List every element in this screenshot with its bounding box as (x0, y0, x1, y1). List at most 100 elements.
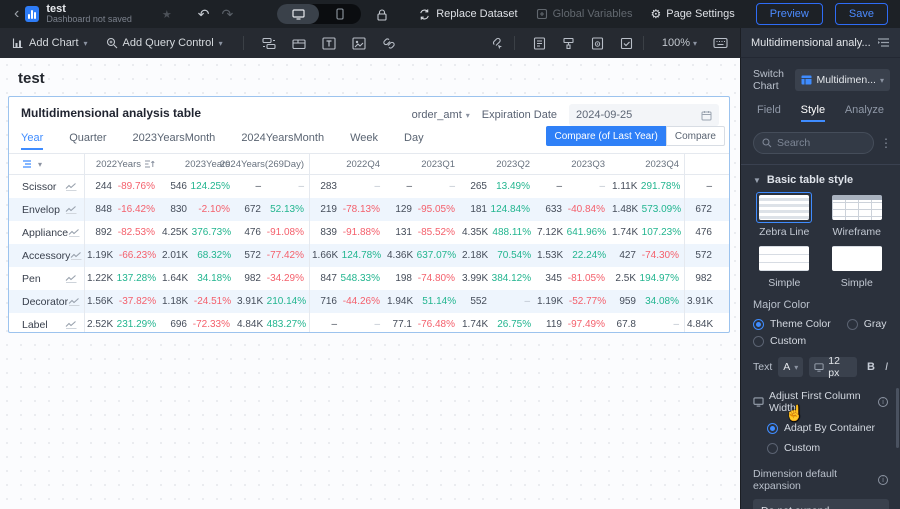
replace-dataset-button[interactable]: Replace Dataset (418, 8, 518, 21)
row-label-cell[interactable]: Scissor (9, 175, 85, 198)
basic-table-style-section[interactable]: ▼ Basic table style (753, 174, 888, 186)
sort-icon[interactable] (144, 159, 155, 169)
widget-tab-quarter[interactable]: Quarter (69, 132, 106, 150)
row-label-cell[interactable]: Label (9, 313, 85, 332)
cell-value: 1.66K (312, 250, 339, 261)
column-header-2023Q3[interactable]: 2023Q3 (535, 154, 610, 174)
trend-icon[interactable] (70, 251, 82, 260)
table-style-option-zebra-line[interactable]: Zebra Line (753, 192, 816, 238)
cell-change-pct: – (673, 319, 679, 330)
filter-component-icon[interactable] (262, 37, 276, 50)
text-component-icon[interactable] (322, 36, 336, 50)
cell-change-pct: 70.54% (497, 250, 532, 261)
redo-icon[interactable]: ↷ (222, 6, 234, 23)
column-header-2023Q4[interactable]: 2023Q4 (610, 154, 685, 174)
todo-icon[interactable] (620, 37, 633, 50)
compare-last-year-button[interactable]: Compare (of Last Year) (546, 126, 666, 146)
measure-dropdown[interactable]: order_amt ▾ (412, 109, 470, 121)
image-component-icon[interactable] (352, 36, 366, 50)
lock-icon[interactable] (375, 8, 389, 21)
multidimensional-table-widget[interactable]: Multidimensional analysis table order_am… (8, 96, 730, 333)
preview-button[interactable]: Preview (755, 3, 823, 25)
save-button[interactable]: Save (834, 3, 888, 25)
desktop-icon[interactable] (277, 4, 320, 24)
radio-adapt-by-container[interactable]: Adapt By Container (767, 422, 875, 434)
row-label-cell[interactable]: Decorator (9, 290, 85, 313)
dimension-expansion-select[interactable]: Do not expand ▾ (753, 499, 889, 509)
trend-icon[interactable] (68, 228, 80, 237)
font-size-input[interactable]: 12 px (809, 355, 857, 379)
italic-button[interactable]: I (885, 361, 888, 373)
table-corner-cell[interactable]: ▾ (9, 154, 85, 174)
format-brush-icon[interactable] (562, 37, 575, 50)
jump-link-icon[interactable] (490, 37, 504, 50)
panel-collapse-icon[interactable] (877, 37, 890, 48)
tab-component-icon[interactable] (292, 37, 306, 50)
cell-value: 1.64K (162, 273, 189, 284)
widget-tab-year[interactable]: Year (21, 132, 44, 150)
widget-tab-2023yearsmonth[interactable]: 2023YearsMonth (133, 132, 216, 150)
zoom-level-dropdown[interactable]: 100% ▾ (662, 37, 697, 49)
search-input[interactable]: Search (753, 132, 874, 154)
undo-icon[interactable]: ↶ (198, 6, 210, 23)
trend-icon[interactable] (65, 274, 77, 283)
row-label-cell[interactable]: Envelop (9, 198, 85, 221)
panel-tab-analyze[interactable]: Analyze (845, 104, 884, 122)
panel-scrollbar[interactable] (896, 388, 899, 448)
more-options-icon[interactable]: ⋮ (880, 136, 892, 150)
row-label-cell[interactable]: Appliance (9, 221, 85, 244)
column-header-2024Years(269Day)[interactable]: 2024Years(269Day) (220, 154, 310, 174)
radio-custom-width[interactable]: Custom (767, 442, 820, 454)
trend-icon[interactable] (65, 205, 77, 214)
add-query-control-button[interactable]: Add Query Control ▾ (106, 37, 223, 49)
back-icon[interactable]: ‹ (8, 5, 25, 23)
widget-tab-2024yearsmonth[interactable]: 2024YearsMonth (241, 132, 324, 150)
column-header-2023Q1[interactable]: 2023Q1 (385, 154, 460, 174)
radio-custom-color[interactable]: Custom (753, 335, 806, 347)
add-chart-button[interactable]: Add Chart ▾ (12, 37, 88, 49)
cell-value: 1.19K (537, 296, 564, 307)
trend-icon[interactable] (65, 182, 77, 191)
widget-tab-week[interactable]: Week (350, 132, 378, 150)
radio-gray[interactable]: Gray (846, 318, 886, 330)
compare-button[interactable]: Compare (665, 126, 725, 146)
cell-value: – (706, 181, 712, 192)
device-preview-toggle[interactable] (277, 4, 362, 24)
shortcut-keys-icon[interactable] (713, 37, 728, 49)
expiration-date-input[interactable]: 2024-09-25 (569, 104, 719, 126)
hyperlink-icon[interactable] (382, 37, 396, 50)
cell-change-pct: -8 (712, 250, 729, 261)
bold-button[interactable]: B (867, 361, 875, 373)
cell-change-pct: 51.14% (422, 296, 457, 307)
radio-icon (767, 422, 778, 434)
column-header-2022Years[interactable]: 2022Years (85, 154, 160, 174)
row-label-cell[interactable]: Accessory (9, 244, 85, 267)
dashboard-canvas[interactable]: test Multidimensional analysis table ord… (0, 58, 740, 509)
catalog-icon[interactable] (533, 36, 546, 50)
panel-tab-field[interactable]: Field (757, 104, 781, 122)
table-cell: 283 – (310, 175, 385, 198)
trend-icon[interactable] (68, 297, 80, 306)
widget-tab-day[interactable]: Day (404, 132, 424, 150)
column-header-20[interactable]: 20 (685, 154, 729, 174)
watermark-icon[interactable] (591, 36, 604, 50)
cell-change-pct: 26 (712, 227, 729, 238)
favorite-star-icon[interactable]: ★ (162, 8, 172, 21)
table-style-option-wireframe[interactable]: Wireframe (826, 192, 889, 238)
row-label-cell[interactable]: Pen (9, 267, 85, 290)
font-color-picker[interactable]: A ▾ (778, 357, 804, 377)
trend-icon[interactable] (65, 320, 77, 329)
table-style-option-simple[interactable]: Simple (753, 243, 816, 289)
panel-tab-style[interactable]: Style (800, 104, 826, 122)
table-style-option-simple[interactable]: Simple (826, 243, 889, 289)
cell-value: – (331, 319, 337, 330)
switch-chart-dropdown[interactable]: Multidimen... ▾ (795, 69, 890, 91)
top-navbar: ‹ test Dashboard not saved ★ ↶ ↷ Replace… (0, 0, 900, 28)
column-header-2023Q2[interactable]: 2023Q2 (460, 154, 535, 174)
column-header-2022Q4[interactable]: 2022Q4 (310, 154, 385, 174)
page-settings-button[interactable]: ⚙ Page Settings (650, 7, 734, 21)
mobile-icon[interactable] (319, 4, 361, 24)
table-row: Pen 1.22K 137.28% 1.64K 34.18% 982 -34.29% 847 5… (9, 267, 729, 290)
global-variables-button[interactable]: Global Variables (536, 8, 632, 20)
radio-theme-color[interactable]: Theme Color (753, 318, 831, 330)
